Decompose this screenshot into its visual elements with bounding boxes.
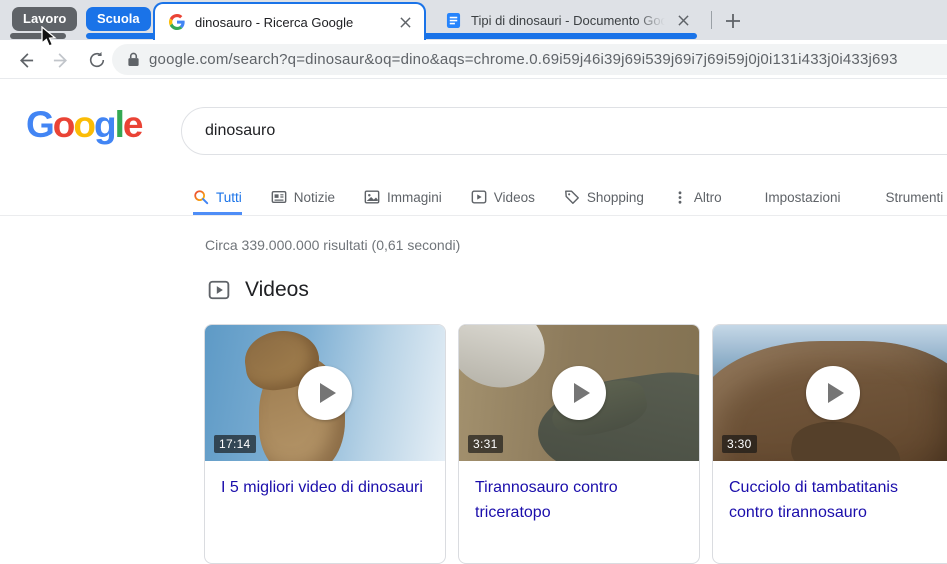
tag-icon <box>564 189 580 205</box>
video-card: 3:30 Cucciolo di tambatitanis contro tir… <box>712 324 947 564</box>
video-thumbnail[interactable]: 17:14 <box>205 325 445 461</box>
nav-tab-label: Altro <box>694 190 722 205</box>
nav-tab-tutti[interactable]: Tutti <box>193 177 242 215</box>
video-thumbnail[interactable]: 3:30 <box>713 325 947 461</box>
address-bar[interactable]: google.com/search?q=dinosaur&oq=dino&aqs… <box>112 44 947 75</box>
more-vert-icon <box>673 190 687 205</box>
tab-docs-dinosauri[interactable]: Tipi di dinosauri - Documento Goo <box>432 4 698 36</box>
nav-tab-immagini[interactable]: Immagini <box>364 177 442 215</box>
nav-tab-shopping[interactable]: Shopping <box>564 177 644 215</box>
google-logo: Google <box>26 104 141 146</box>
nav-tab-label: Impostazioni <box>765 190 841 205</box>
result-stats: Circa 339.000.000 risultati (0,61 second… <box>205 237 460 253</box>
video-section-icon <box>208 279 230 301</box>
tab-active-dinosauro[interactable]: dinosauro - Ricerca Google <box>153 2 426 40</box>
plus-icon <box>724 12 742 30</box>
video-thumbnail[interactable]: 3:31 <box>459 325 699 461</box>
result-nav: Tutti Notizie Immagini Vid <box>0 177 947 216</box>
nav-tab-label: Shopping <box>587 190 644 205</box>
videos-section-header: Videos <box>208 278 309 302</box>
google-g-icon <box>169 14 185 30</box>
play-icon <box>806 366 860 420</box>
image-icon <box>364 189 380 205</box>
tab-group-underline-lavoro <box>10 33 66 39</box>
reload-button[interactable] <box>84 47 110 73</box>
video-card: 3:31 Tirannosauro contro triceratopo <box>458 324 700 564</box>
back-button[interactable] <box>12 47 38 73</box>
video-title-link[interactable]: Tirannosauro contro triceratopo <box>475 475 683 525</box>
logo-letter: o <box>73 104 94 145</box>
nav-tab-videos[interactable]: Videos <box>471 177 535 215</box>
nav-tab-label: Strumenti <box>885 190 943 205</box>
nav-tab-label: Immagini <box>387 190 442 205</box>
logo-letter: o <box>53 104 74 145</box>
logo-letter: G <box>26 104 53 145</box>
search-query-text: dinosauro <box>205 122 275 140</box>
url-text: google.com/search?q=dinosaur&oq=dino&aqs… <box>149 51 898 68</box>
google-docs-icon <box>446 13 461 28</box>
video-card-info: Tirannosauro contro triceratopo <box>459 461 699 525</box>
tab-strip-divider <box>711 11 712 29</box>
nav-tab-altro[interactable]: Altro <box>673 177 722 215</box>
video-title-link[interactable]: I 5 migliori video di dinosauri <box>221 475 429 500</box>
close-icon[interactable] <box>674 11 692 29</box>
videos-section-title: Videos <box>245 278 309 302</box>
mouse-cursor <box>41 26 57 53</box>
video-duration-badge: 3:31 <box>468 435 503 453</box>
news-icon <box>271 189 287 205</box>
nav-tab-notizie[interactable]: Notizie <box>271 177 335 215</box>
video-card: 17:14 I 5 migliori video di dinosauri <box>204 324 446 564</box>
new-tab-button[interactable] <box>721 9 745 33</box>
search-input[interactable]: dinosauro <box>181 107 947 155</box>
video-duration-badge: 3:30 <box>722 435 757 453</box>
nav-tab-impostazioni[interactable]: Impostazioni <box>765 177 841 215</box>
tab-title-fade <box>636 10 670 32</box>
search-icon <box>193 189 209 205</box>
video-duration-badge: 17:14 <box>214 435 256 453</box>
nav-tab-label: Videos <box>494 190 535 205</box>
play-icon <box>298 366 352 420</box>
video-card-info: I 5 migliori video di dinosauri <box>205 461 445 500</box>
video-card-info: Cucciolo di tambatitanis contro tirannos… <box>713 461 947 525</box>
logo-letter: l <box>115 104 123 145</box>
video-icon <box>471 189 487 205</box>
nav-tab-label: Notizie <box>294 190 335 205</box>
thumbnail-art <box>459 325 553 397</box>
tab-title: dinosauro - Ricerca Google <box>195 15 396 30</box>
nav-tab-label: Tutti <box>216 190 242 205</box>
logo-letter: g <box>94 104 115 145</box>
close-icon[interactable] <box>396 13 414 31</box>
logo-letter: e <box>123 104 142 145</box>
browser-window: { "colors": { "accent_blue": "#1a73e8", … <box>0 0 947 532</box>
video-cards-row: 17:14 I 5 migliori video di dinosauri 3:… <box>204 324 947 564</box>
lock-icon[interactable] <box>127 52 140 67</box>
browser-toolbar: google.com/search?q=dinosaur&oq=dino&aqs… <box>0 40 947 79</box>
tab-strip: Lavoro Scuola dinosauro - Ricerca Google… <box>0 0 947 40</box>
video-title-link[interactable]: Cucciolo di tambatitanis contro tirannos… <box>729 475 937 525</box>
tab-group-chip-scuola[interactable]: Scuola <box>86 7 151 31</box>
play-icon <box>552 366 606 420</box>
nav-tab-strumenti[interactable]: Strumenti <box>885 177 943 215</box>
